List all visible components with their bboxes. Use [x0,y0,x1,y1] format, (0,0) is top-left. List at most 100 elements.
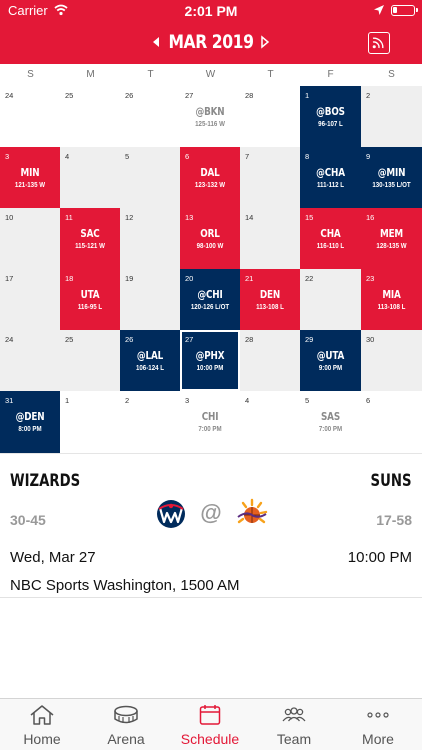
tab-more[interactable]: More [336,699,420,750]
day-number: 1 [305,91,310,100]
weekday-label: W [205,69,216,80]
calendar-day[interactable]: 25 [60,330,120,391]
calendar-day[interactable]: 25 [60,86,120,147]
day-number: 20 [185,274,194,283]
more-icon [367,712,389,718]
day-number: 31 [5,396,14,405]
calendar-feed-button[interactable] [368,32,390,54]
home-icon [30,705,54,725]
calendar-day-game[interactable]: 23 MIA 113-108 L [361,269,422,330]
day-number: 28 [245,91,254,100]
day-number: 22 [305,274,314,283]
calendar-day[interactable]: 24 [0,86,60,147]
team-icon [282,707,306,722]
day-number: 15 [305,213,314,222]
game-result-label: 96-107 L [318,121,343,128]
tab-label: More [362,731,394,747]
day-number: 13 [185,213,194,222]
opponent-label: DAL [200,166,220,179]
day-number: 9 [366,152,371,161]
calendar-day-game[interactable]: 29 @UTA 9:00 PM [300,330,361,391]
calendar-day-game[interactable]: 27 @PHX 10:00 PM [180,330,240,391]
tab-team[interactable]: Team [252,699,336,750]
status-bar: Carrier 2:01 PM [0,0,422,22]
game-detail: WIZARDS SUNS 30-45 17-58 @ Wed, Mar 27 1… [0,453,422,599]
calendar-day[interactable]: 10 [0,208,60,269]
calendar-day-game[interactable]: 27 @BKN 125-116 W [180,86,240,147]
calendar-day[interactable]: 14 [240,208,300,269]
opponent-label: SAC [80,227,100,240]
day-number: 19 [125,274,134,283]
weekday-header: S M T W T F S [0,64,422,86]
tab-home[interactable]: Home [0,699,84,750]
home-team-record: 30-45 [10,512,46,528]
calendar-day[interactable]: 4 [60,147,120,208]
opponent-label: MEM [379,227,404,240]
calendar-day-game[interactable]: 3 CHI 7:00 PM [180,391,240,453]
calendar-day[interactable]: 12 [120,208,180,269]
calendar-day-game[interactable]: 13 ORL 98-100 W [180,208,240,269]
day-number: 1 [65,396,70,405]
calendar-day-game[interactable]: 15 CHA 116-110 L [300,208,361,269]
calendar-day-game[interactable]: 26 @LAL 106-124 L [120,330,180,391]
calendar-day[interactable]: 26 [120,86,180,147]
day-number: 17 [5,274,14,283]
weekday-label: T [267,69,274,80]
tab-bar: Home Arena Schedule Team More [0,698,422,750]
calendar-day[interactable]: 2 [120,391,180,453]
next-month-button[interactable] [259,34,271,50]
opponent-label: MIN [20,166,40,179]
calendar-day-game[interactable]: 20 @CHI 120-126 L/OT [180,269,240,330]
calendar-day[interactable]: 22 [300,269,361,330]
day-number: 12 [125,213,134,222]
tab-arena[interactable]: Arena [84,699,168,750]
battery-icon [391,5,418,16]
calendar-day-game[interactable]: 3 MIN 121-135 W [0,147,60,208]
calendar-day-game[interactable]: 11 SAC 115-121 W [60,208,120,269]
day-number: 23 [366,274,375,283]
tab-schedule[interactable]: Schedule [168,699,252,750]
schedule-header: MAR 2019 [0,22,422,64]
day-number: 2 [366,91,371,100]
calendar-grid: 24 25 26 27 @BKN 125-116 W 28 1 @BOS 96-107 L 2 3 MI… [0,86,422,453]
game-date: Wed, Mar 27 [10,549,96,566]
game-result-label: 9:00 PM [318,365,343,372]
calendar-day[interactable]: 28 [240,330,300,391]
calendar-day[interactable]: 24 [0,330,60,391]
clock: 2:01 PM [184,3,238,19]
opponent-label: DEN [259,288,281,301]
calendar-day[interactable]: 17 [0,269,60,330]
day-number: 4 [245,396,250,405]
tab-label: Home [23,731,61,747]
calendar-day-game[interactable]: 31 @DEN 8:00 PM [0,391,60,453]
arena-icon [114,705,138,724]
divider [0,597,422,598]
day-number: 26 [125,91,134,100]
calendar-day[interactable]: 5 [120,147,180,208]
day-number: 3 [185,396,190,405]
calendar-day-game[interactable]: 16 MEM 128-135 W [361,208,422,269]
calendar-day-game[interactable]: 21 DEN 113-108 L [240,269,300,330]
weekday-label: S [388,69,395,80]
game-result-label: 111-112 L [316,182,345,189]
calendar-day-game[interactable]: 1 @BOS 96-107 L [300,86,361,147]
calendar-day-game[interactable]: 8 @CHA 111-112 L [300,147,361,208]
calendar-day[interactable]: 28 [240,86,300,147]
calendar-day-game[interactable]: 6 DAL 123-132 W [180,147,240,208]
opponent-label: SAS [320,410,340,423]
calendar-day[interactable]: 1 [60,391,120,453]
calendar-day[interactable]: 30 [361,330,422,391]
calendar-day[interactable]: 7 [240,147,300,208]
tab-label: Schedule [180,731,240,747]
calendar-day[interactable]: 4 [240,391,300,453]
calendar-day[interactable]: 2 [361,86,422,147]
calendar-day[interactable]: 19 [120,269,180,330]
calendar-day-game[interactable]: 18 UTA 116-95 L [60,269,120,330]
game-result-label: 113-108 L [256,304,284,311]
calendar-day-game[interactable]: 9 @MIN 130-135 L/OT [361,147,422,208]
calendar-day[interactable]: 6 [361,391,422,453]
day-number: 5 [305,396,310,405]
opponent-label: @CHA [316,166,345,179]
day-number: 10 [5,213,14,222]
calendar-day-game[interactable]: 5 SAS 7:00 PM [300,391,361,453]
